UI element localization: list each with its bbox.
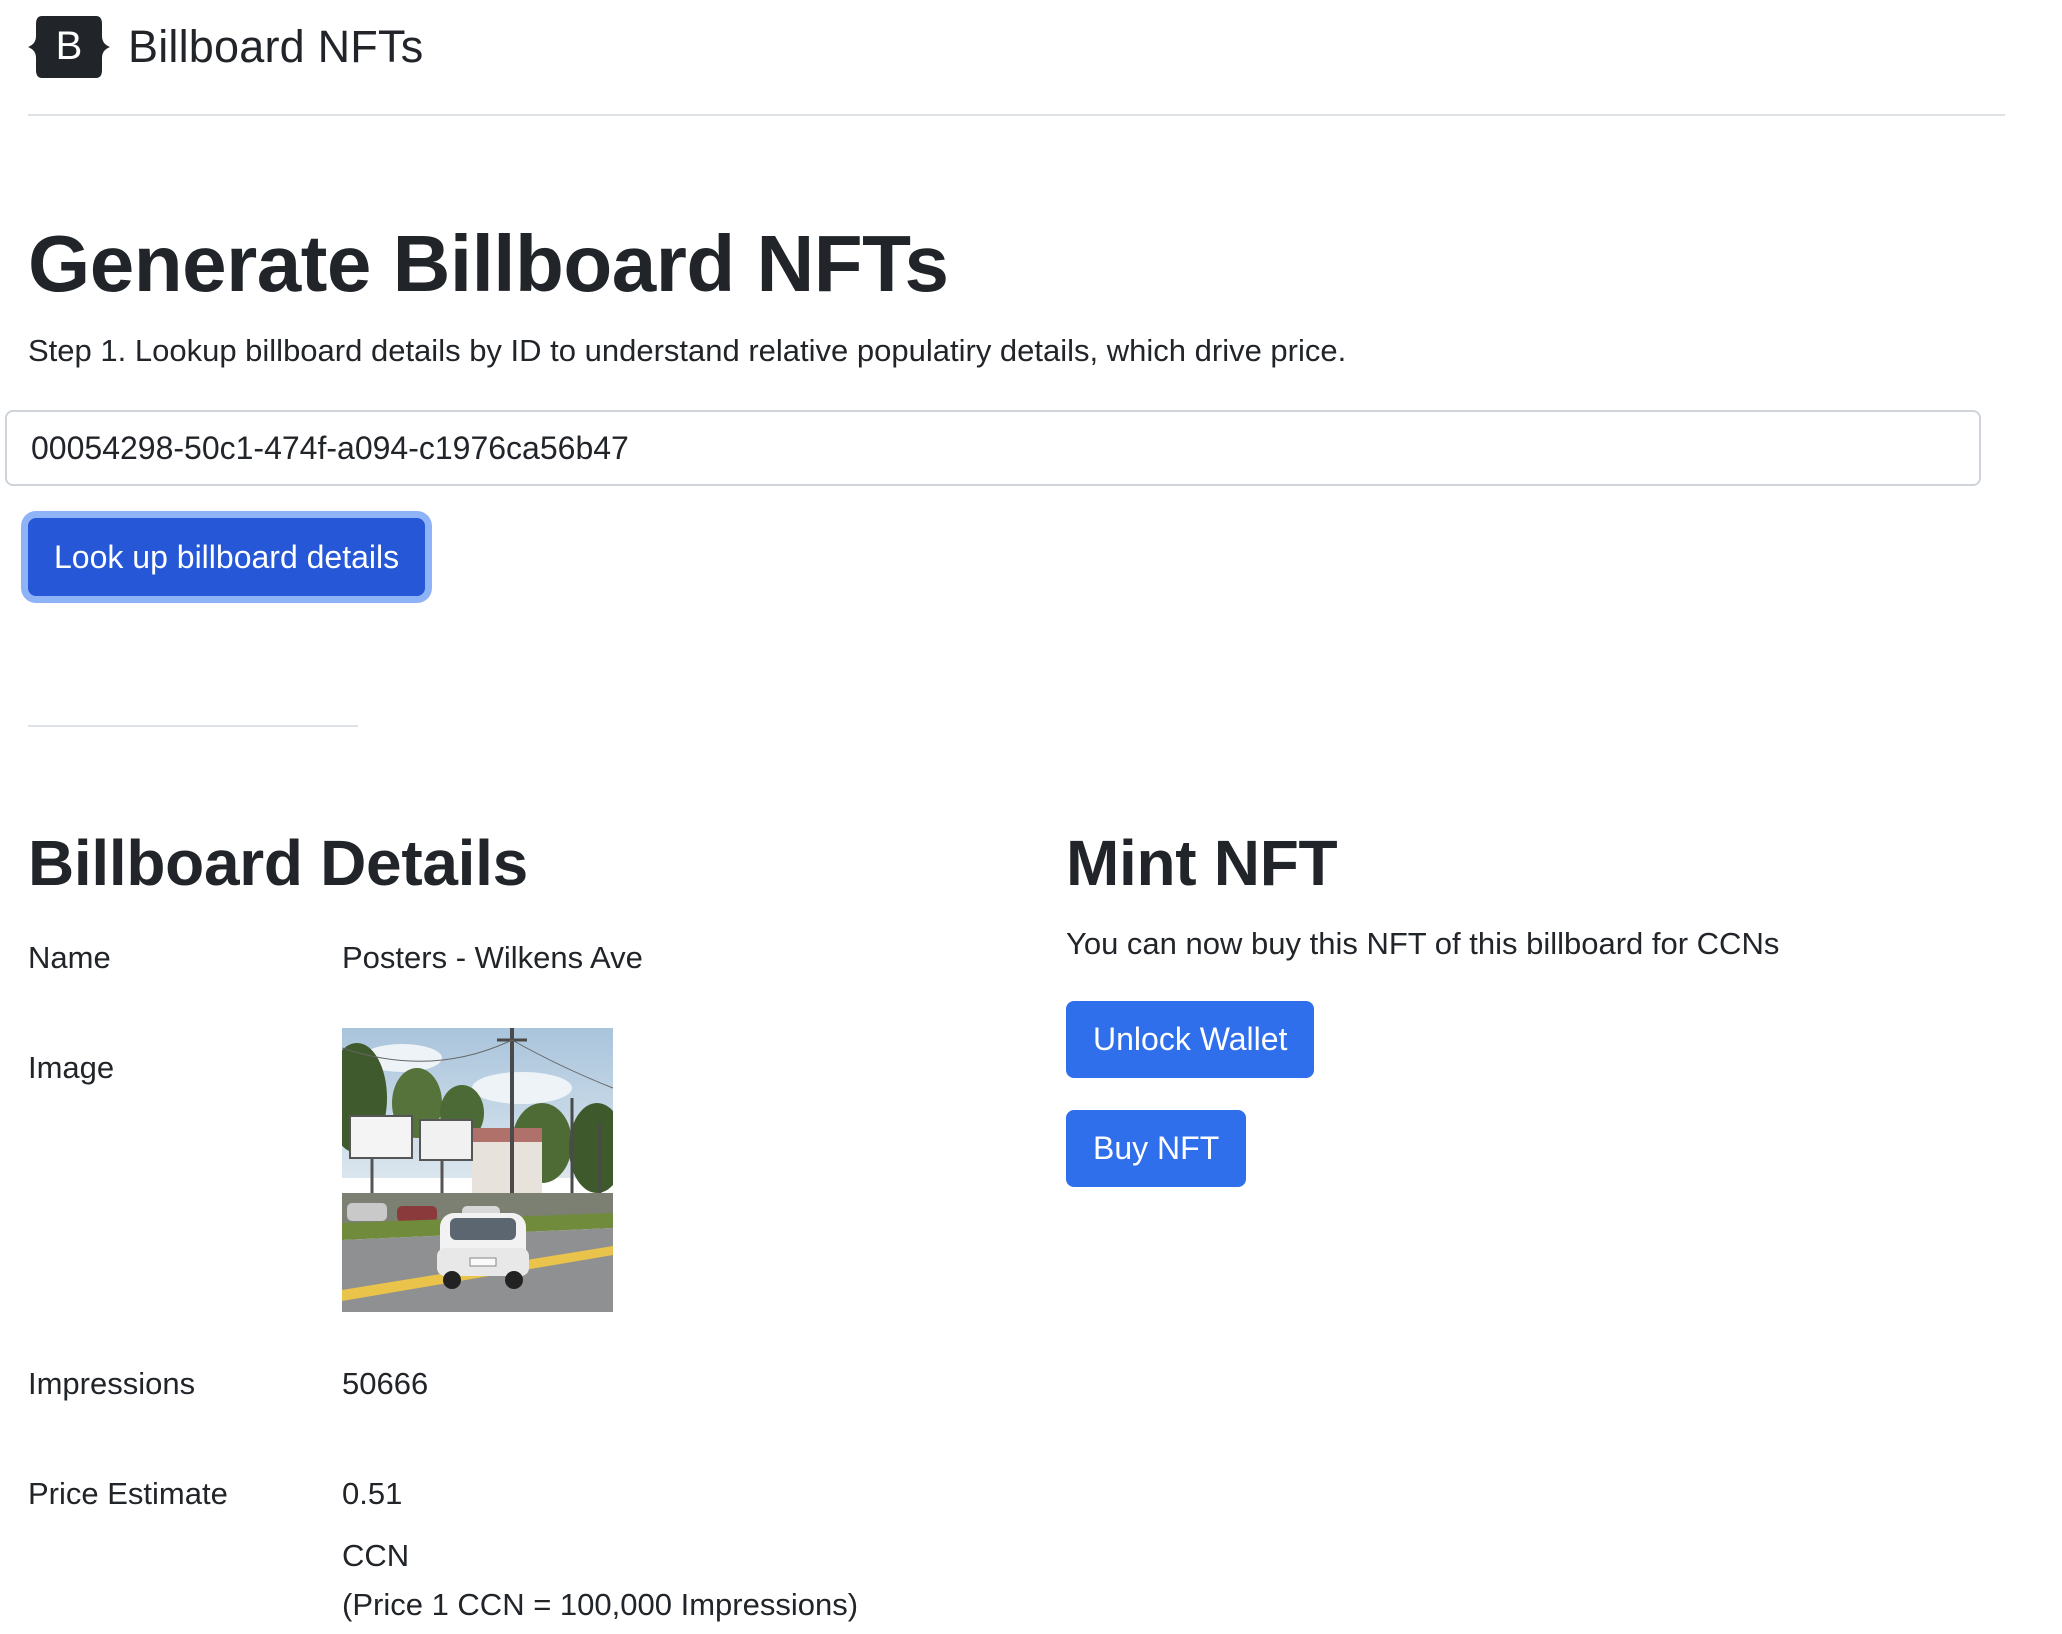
page-title: Generate Billboard NFTs [28,219,949,308]
brand-name[interactable]: Billboard NFTs [128,21,423,73]
logo-letter: B [56,24,83,68]
header: B Billboard NFTs [28,10,423,84]
unlock-wallet-button[interactable]: Unlock Wallet [1066,1001,1315,1078]
billboard-details-title: Billboard Details [28,827,528,899]
page: B Billboard NFTs Generate Billboard NFTs… [0,0,2062,1634]
mint-nft-title: Mint NFT [1066,827,1338,899]
impressions-value: 50666 [342,1366,429,1401]
name-value: Posters - Wilkens Ave [342,940,643,975]
billboard-id-input[interactable] [5,410,1981,486]
section-divider [28,725,358,727]
price-unit: CCN [342,1538,410,1573]
bootstrap-logo-icon[interactable]: B [28,14,110,80]
mint-description: You can now buy this NFT of this billboa… [1066,926,1780,961]
name-label: Name [28,940,111,975]
billboard-photo [342,1028,613,1312]
header-divider [28,114,2005,116]
image-label: Image [28,1050,115,1085]
price-estimate-value: 0.51 [342,1476,403,1511]
step-description: Step 1. Lookup billboard details by ID t… [28,333,1347,368]
buy-nft-button[interactable]: Buy NFT [1066,1110,1247,1187]
lookup-button[interactable]: Look up billboard details [28,518,426,596]
impressions-label: Impressions [28,1366,196,1401]
price-estimate-label: Price Estimate [28,1476,228,1511]
price-note: (Price 1 CCN = 100,000 Impressions) [342,1587,859,1622]
